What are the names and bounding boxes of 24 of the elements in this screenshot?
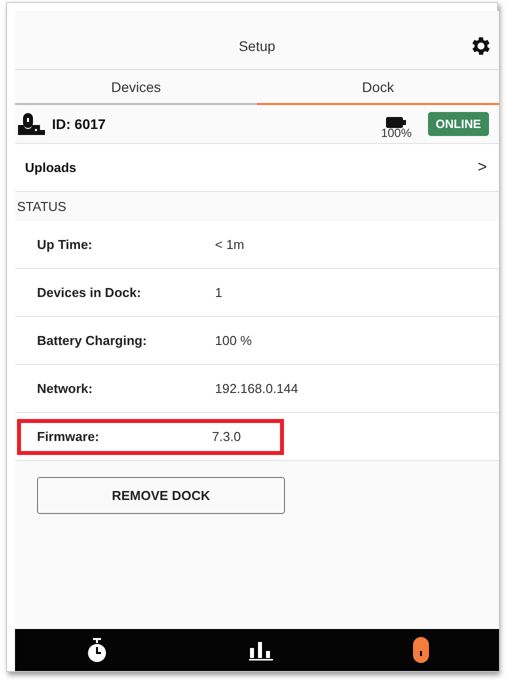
row-label: Devices in Dock: [37, 285, 142, 300]
section-heading: STATUS [16, 198, 68, 216]
remove-dock-button[interactable]: REMOVE DOCK [37, 477, 285, 514]
battery-level: 100% [380, 126, 412, 140]
stopwatch-icon[interactable] [85, 637, 109, 663]
dock-icon [18, 112, 46, 136]
bar-chart-icon[interactable] [249, 639, 273, 661]
row-value: 100 % [215, 333, 252, 348]
dock-id: ID: 6017 [52, 116, 107, 132]
uploads-label: Uploads [25, 160, 76, 175]
row-value: < 1m [215, 237, 244, 252]
row-value: 7.3.0 [212, 429, 241, 444]
row-value: 1 [215, 285, 222, 300]
screen-title: Setup [238, 38, 276, 54]
row-label: Firmware: [37, 429, 100, 444]
device-icon[interactable] [413, 637, 429, 663]
chevron: > [478, 158, 487, 176]
row-label: Battery Charging: [37, 333, 148, 348]
row-label: Up Time: [37, 237, 94, 252]
uploads-row[interactable]: Uploads > [15, 144, 499, 192]
row-value: 192.168.0.144 [215, 381, 298, 396]
battery-icon [386, 114, 406, 126]
row-label: Network: [37, 381, 94, 396]
status-badge: ONLINE [428, 112, 489, 136]
